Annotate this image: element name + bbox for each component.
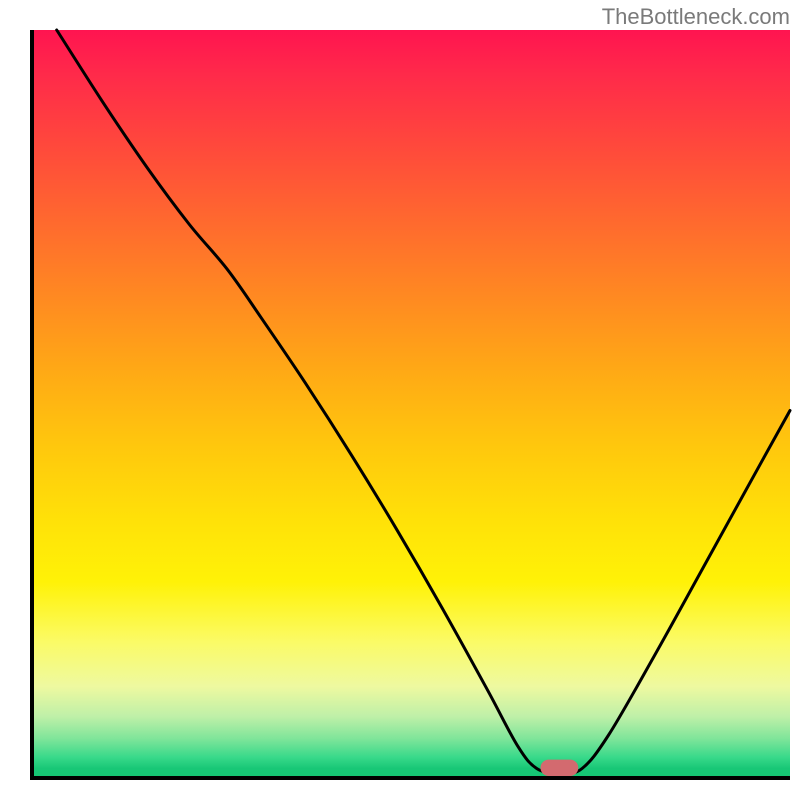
plot-area	[34, 30, 790, 776]
curve-layer	[34, 30, 790, 776]
optimum-marker	[541, 760, 579, 776]
watermark-label: TheBottleneck.com	[602, 4, 790, 30]
bottleneck-curve	[57, 30, 790, 774]
chart-container: TheBottleneck.com	[0, 0, 800, 800]
